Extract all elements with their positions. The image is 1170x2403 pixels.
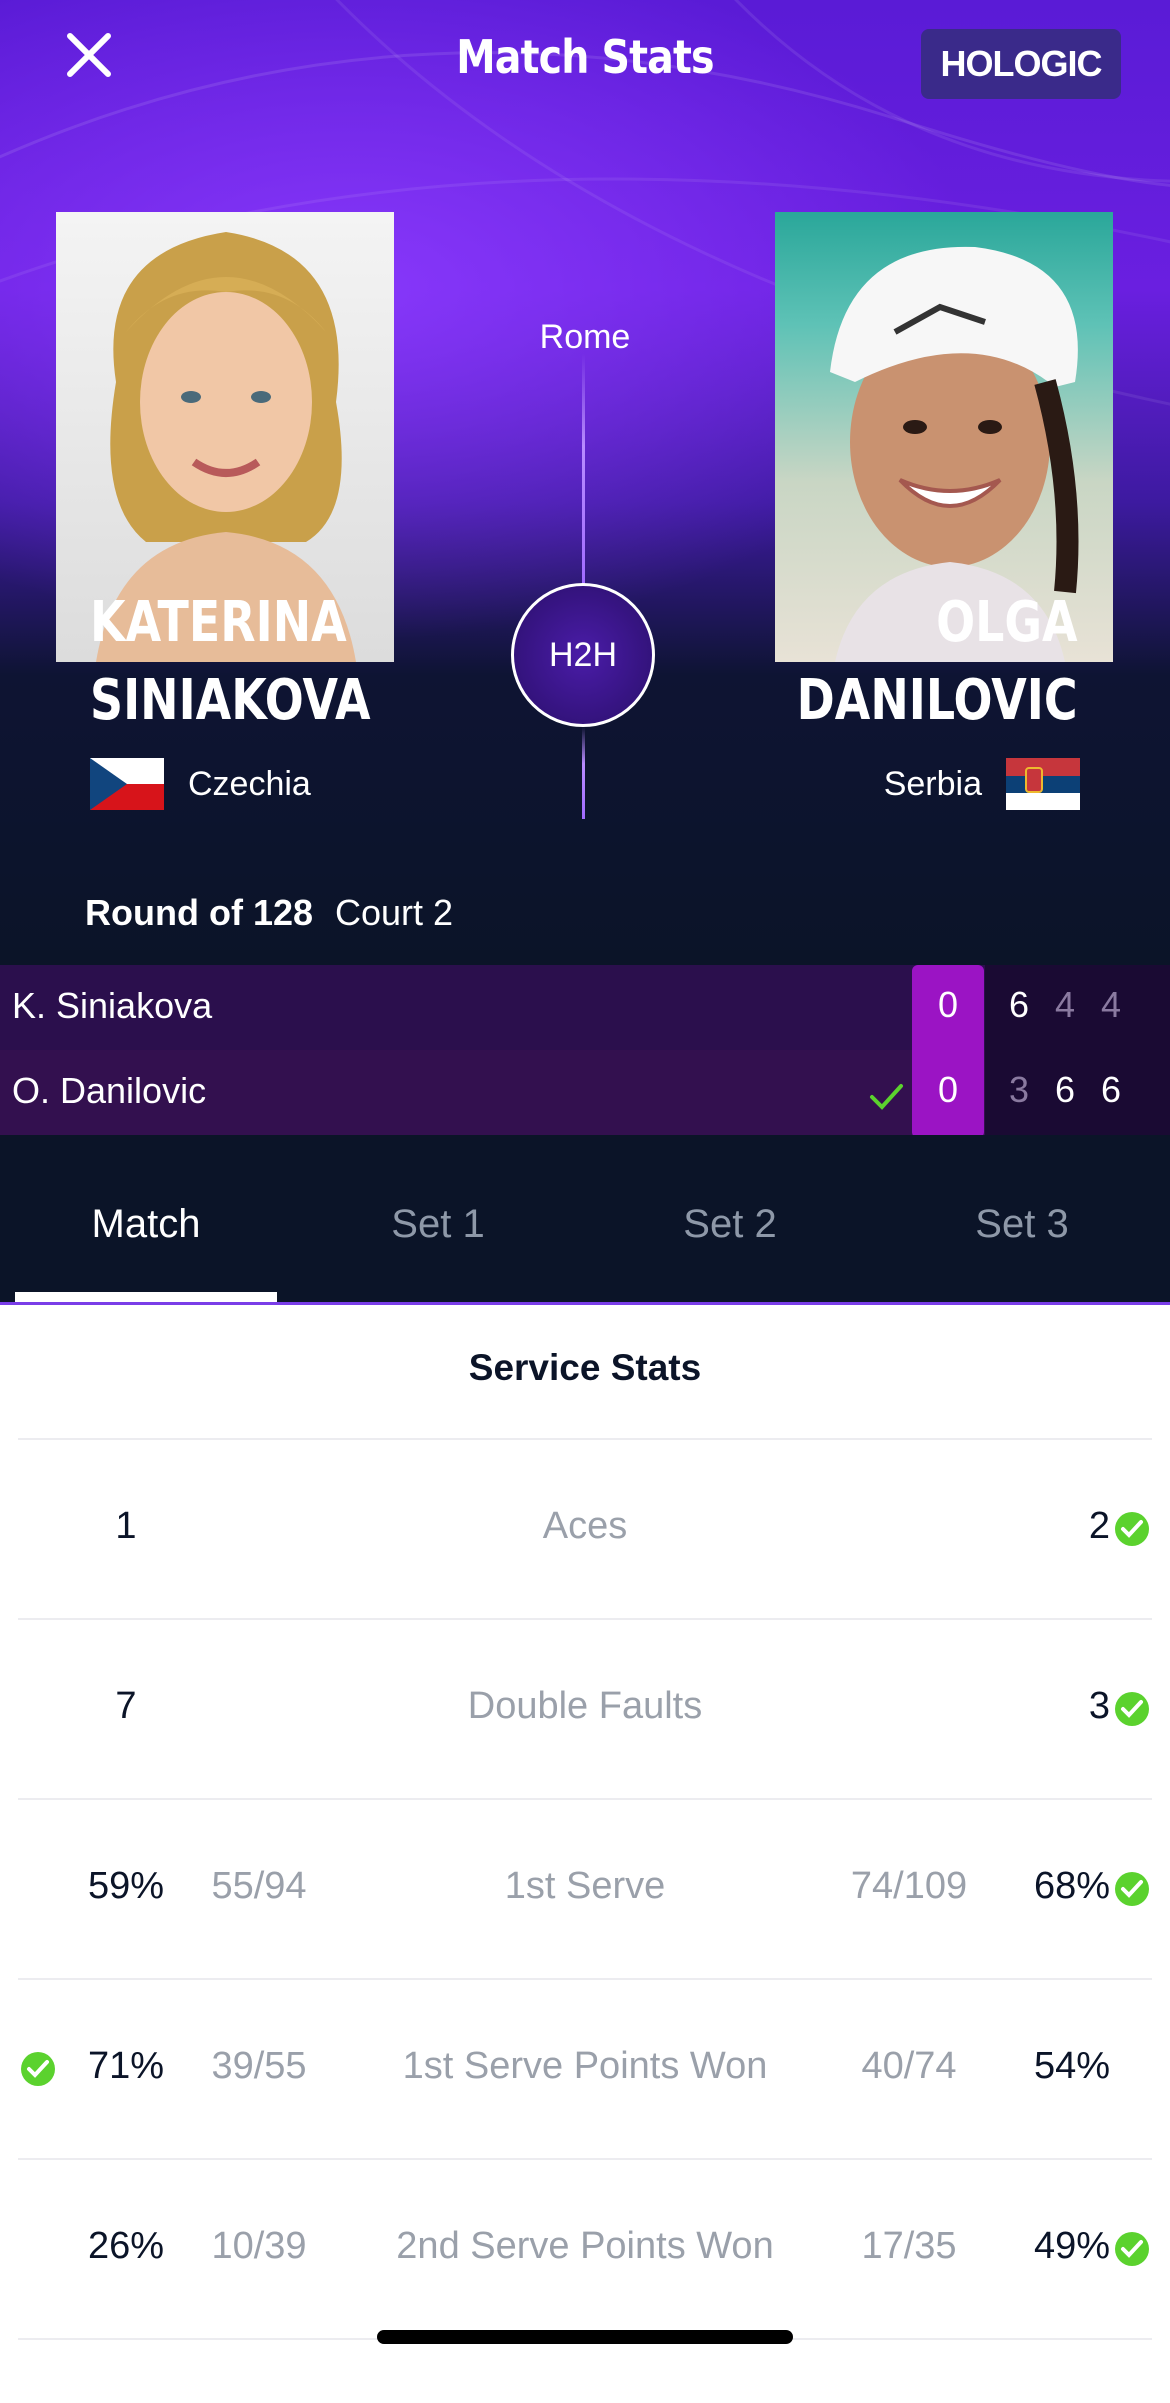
stats-tab-bar: Match Set 1 Set 2 Set 3 — [0, 1135, 1170, 1305]
current-game-score: 0 — [937, 984, 959, 1025]
set-score: 6 — [1100, 1069, 1122, 1110]
player-name-left: KATERINA SINIAKOVA — [90, 584, 371, 740]
player-last-name: SINIAKOVA — [90, 668, 371, 733]
stat-label: 1st Serve — [504, 1865, 666, 1907]
stat-right-fraction: 74/109 — [850, 1865, 968, 1907]
stat-row-first-serve: 59% 55/94 1st Serve 74/109 68% — [0, 1865, 1170, 2043]
stat-label: Double Faults — [467, 1685, 703, 1727]
stat-row-first-serve-points-won: 71% 39/55 1st Serve Points Won 40/74 54% — [0, 2045, 1170, 2223]
winner-check-icon — [870, 1084, 903, 1110]
divider — [18, 1438, 1152, 1440]
stat-label: Aces — [542, 1505, 628, 1547]
set-score: 4 — [1054, 984, 1076, 1025]
scoreboard-player-name: K. Siniakova — [12, 985, 213, 1026]
set-score: 6 — [1054, 1069, 1076, 1110]
scoreboard-player-name: O. Danilovic — [12, 1070, 207, 1111]
set-score: 6 — [1008, 984, 1030, 1025]
sponsor-logo: HOLOGIC — [921, 29, 1121, 99]
divider — [18, 1618, 1152, 1620]
serbia-flag-icon — [1006, 758, 1080, 810]
round-court-info: Round of 128 Court 2 — [85, 892, 453, 934]
tab-set-3[interactable]: Set 3 — [876, 1202, 1168, 1247]
h2h-line-bottom — [582, 727, 585, 819]
stat-label: 2nd Serve Points Won — [396, 2225, 774, 2267]
divider — [18, 1978, 1152, 1980]
player-first-name: OLGA — [936, 590, 1078, 655]
check-circle-icon — [1115, 1872, 1149, 1906]
player-first-name: KATERINA — [90, 590, 347, 655]
stat-row-aces: 1 Aces 2 — [0, 1505, 1170, 1683]
stat-row-double-faults: 7 Double Faults 3 — [0, 1685, 1170, 1863]
stat-right-value: 2 — [1088, 1505, 1110, 1547]
check-circle-icon — [1115, 1512, 1149, 1546]
divider — [18, 1798, 1152, 1800]
tab-match[interactable]: Match — [0, 1202, 292, 1247]
stat-row-second-serve-points-won: 26% 10/39 2nd Serve Points Won 17/35 49% — [0, 2225, 1170, 2403]
tab-set-1[interactable]: Set 1 — [292, 1202, 584, 1247]
stat-right-fraction: 17/35 — [861, 2225, 957, 2267]
current-game-score: 0 — [937, 1069, 959, 1110]
set-score: 3 — [1008, 1069, 1030, 1110]
country-left: Czechia — [90, 758, 311, 810]
stat-right-value: 54% — [1033, 2045, 1110, 2087]
czechia-flag-icon — [90, 758, 164, 810]
check-circle-icon — [21, 2052, 55, 2086]
check-circle-icon — [1115, 1692, 1149, 1726]
check-circle-icon — [1115, 2232, 1149, 2266]
player-last-name: DANILOVIC — [797, 668, 1078, 733]
home-indicator[interactable] — [377, 2330, 793, 2344]
section-title: Service Stats — [468, 1347, 702, 1388]
country-name: Czechia — [188, 764, 311, 803]
court-label: Court 2 — [335, 892, 454, 933]
h2h-line-top — [582, 354, 585, 584]
stat-right-value: 3 — [1088, 1685, 1110, 1727]
country-name: Serbia — [883, 764, 982, 803]
stat-right-value: 68% — [1033, 1865, 1110, 1907]
set-score: 4 — [1100, 984, 1122, 1025]
stat-label: 1st Serve Points Won — [402, 2045, 768, 2087]
h2h-button[interactable]: H2H — [511, 583, 655, 727]
stat-right-value: 49% — [1033, 2225, 1110, 2267]
active-tab-indicator — [15, 1292, 277, 1302]
stat-right-fraction: 40/74 — [861, 2045, 957, 2087]
round-label: Round of 128 — [85, 892, 314, 933]
tab-set-2[interactable]: Set 2 — [584, 1202, 876, 1247]
player-name-right: OLGA DANILOVIC — [797, 584, 1078, 740]
country-right: Serbia — [884, 758, 1080, 810]
divider — [18, 2158, 1152, 2160]
